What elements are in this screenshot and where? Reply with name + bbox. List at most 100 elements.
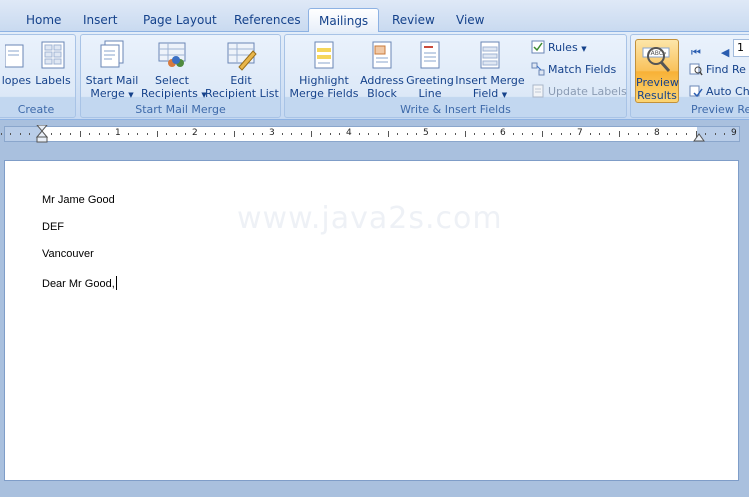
highlight-merge-fields-button[interactable]: Highlight Merge Fields <box>289 39 359 100</box>
ruler-dot <box>454 133 456 135</box>
ruler-dot <box>589 133 591 135</box>
ruler-dot <box>531 133 533 135</box>
highlight-merge-fields-label-1: Highlight <box>299 74 349 87</box>
ruler-number: 6 <box>500 128 506 138</box>
ruler-dot <box>397 133 399 135</box>
auto-check-icon <box>689 85 703 98</box>
tab-references[interactable]: References <box>234 12 301 32</box>
ruler-dot <box>69 133 71 135</box>
group-label-create: Create <box>17 103 55 116</box>
start-mail-merge-icon <box>100 40 124 68</box>
tab-review[interactable]: Review <box>392 12 435 32</box>
preview-results-label-2: Results <box>637 89 677 102</box>
ruler-dot <box>493 133 495 135</box>
ruler-dot <box>175 133 177 135</box>
tab-view[interactable]: View <box>456 12 484 32</box>
update-labels-label: Update Labels <box>548 85 627 98</box>
update-labels-button[interactable]: Update Labels <box>531 84 627 100</box>
ruler-dot <box>474 133 476 135</box>
ruler-dot <box>60 133 62 135</box>
greeting-line-button[interactable]: Greeting Line <box>405 39 455 100</box>
record-number-input[interactable]: 1 <box>733 39 749 57</box>
ribbon: lopes Labels Create Start Mail Merge ▼ S… <box>0 32 749 120</box>
ruler-dot <box>406 133 408 135</box>
group-create: lopes Labels Create <box>0 34 76 118</box>
edit-recipient-list-label-1: Edit <box>230 74 252 87</box>
ruler-dot <box>204 133 206 135</box>
start-mail-merge-label-1: Start Mail <box>85 74 139 87</box>
ruler-dot <box>300 133 302 135</box>
ruler-dot <box>724 133 726 135</box>
group-label-start-mail-merge: Start Mail Merge <box>135 103 226 116</box>
dropdown-arrow-icon: ▼ <box>581 45 587 53</box>
ruler-dot <box>714 133 716 135</box>
auto-check-button[interactable]: Auto Ch <box>689 84 749 100</box>
envelopes-label: lopes <box>1 74 31 87</box>
address-block-button[interactable]: Address Block <box>359 39 405 100</box>
ruler-dot <box>522 133 524 135</box>
ruler-dot <box>108 133 110 135</box>
edit-recipient-list-button[interactable]: Edit Recipient List <box>205 39 279 100</box>
preview-results-button[interactable]: «ABC» Preview Results <box>635 39 679 103</box>
ruler-dot <box>705 133 707 135</box>
ruler-dot <box>262 133 264 135</box>
address-city-line: Vancouver <box>42 248 94 260</box>
ruler-dot <box>146 133 148 135</box>
ruler-dot <box>368 133 370 135</box>
ruler-dot <box>358 133 360 135</box>
tab-insert[interactable]: Insert <box>83 12 117 32</box>
ruler-dot <box>320 133 322 135</box>
horizontal-ruler[interactable]: 1 2 3 4 5 6 7 8 9 <box>0 125 740 143</box>
match-fields-button[interactable]: Match Fields <box>531 62 616 78</box>
ruler-dot <box>608 133 610 135</box>
ruler-dot <box>252 133 254 135</box>
ruler-dot <box>512 133 514 135</box>
group-label-preview-results: Preview Res <box>691 103 749 116</box>
ruler-dot <box>676 133 678 135</box>
ruler-dot <box>685 133 687 135</box>
find-recipient-button[interactable]: Find Re <box>689 62 746 78</box>
select-recipients-label-1: Select <box>155 74 189 87</box>
highlight-merge-fields-icon <box>314 41 334 69</box>
insert-merge-field-icon <box>480 41 500 69</box>
start-mail-merge-button[interactable]: Start Mail Merge ▼ <box>85 39 139 102</box>
group-preview-results: «ABC» Preview Results ⏮ ◀ 1 Find Re Auto… <box>630 34 749 118</box>
ruler-number: 5 <box>423 128 429 138</box>
ruler-dot <box>483 133 485 135</box>
labels-button[interactable]: Labels <box>35 39 71 87</box>
rules-button[interactable]: Rules ▼ <box>531 40 587 57</box>
labels-icon <box>41 41 65 69</box>
match-fields-label: Match Fields <box>548 63 617 76</box>
ruler-dot <box>551 133 553 135</box>
ruler-half-tick <box>618 131 620 137</box>
ruler-half-tick <box>79 131 81 137</box>
tab-page-layout[interactable]: Page Layout <box>143 12 217 32</box>
select-recipients-icon <box>158 42 186 67</box>
ruler-dot <box>599 133 601 135</box>
document-area: www.java2s.com Mr Jame Good DEF Vancouve… <box>0 146 749 497</box>
ruler-dot <box>291 133 293 135</box>
ruler-half-tick <box>387 131 389 137</box>
ruler-dot <box>666 133 668 135</box>
ruler-dot <box>329 133 331 135</box>
select-recipients-label-2: Recipients <box>141 87 198 100</box>
greeting-text: Dear Mr Good, <box>42 278 115 290</box>
indent-marker-icon[interactable] <box>36 125 48 143</box>
select-recipients-button[interactable]: Select Recipients ▼ <box>141 39 207 102</box>
address-company-line: DEF <box>42 221 64 233</box>
record-navigation: ⏮ ◀ <box>687 41 734 64</box>
address-block-label-2: Block <box>367 87 397 100</box>
group-start-mail-merge: Start Mail Merge ▼ Select Recipients ▼ E… <box>80 34 281 118</box>
insert-merge-field-button[interactable]: Insert Merge Field ▼ <box>455 39 525 102</box>
ruler-dot <box>50 133 52 135</box>
ruler-dot <box>628 133 630 135</box>
document-page[interactable]: www.java2s.com Mr Jame Good DEF Vancouve… <box>4 160 739 481</box>
tab-home[interactable]: Home <box>26 12 61 32</box>
ruler-dot <box>98 133 100 135</box>
address-block-label-1: Address <box>360 74 404 87</box>
tab-mailings[interactable]: Mailings <box>308 8 380 33</box>
insert-merge-field-label-1: Insert Merge <box>455 74 525 87</box>
envelopes-button[interactable]: lopes <box>0 39 33 87</box>
ruler-dot <box>166 133 168 135</box>
auto-check-label: Auto Ch <box>706 85 749 98</box>
